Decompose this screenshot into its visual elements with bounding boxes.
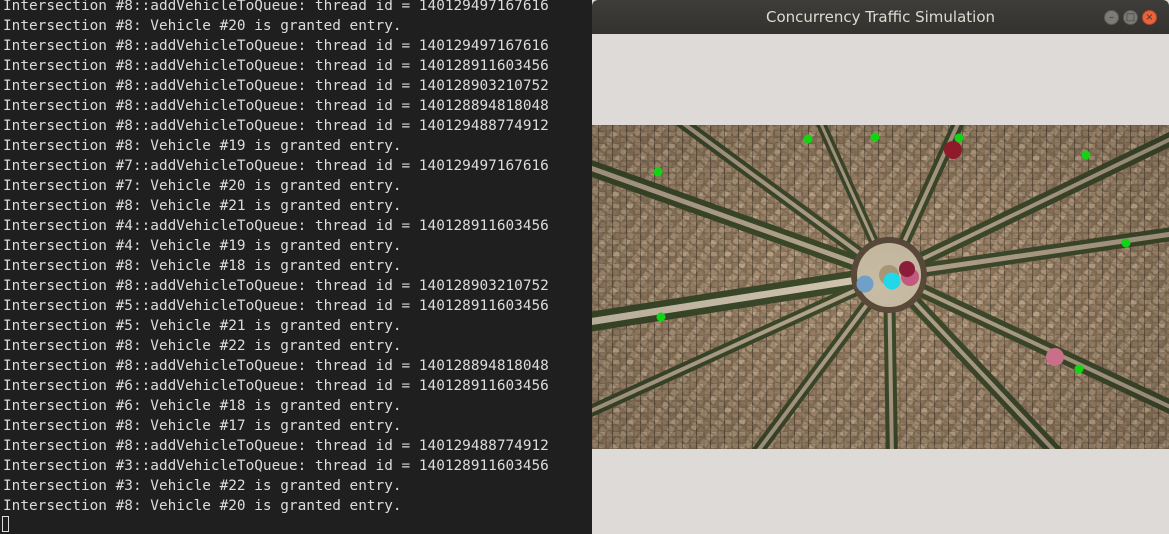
traffic-light [1121,238,1131,248]
terminal-line: Intersection #4: Vehicle #19 is granted … [3,238,402,254]
vehicle [883,272,901,290]
terminal-output: Intersection #8::addVehicleToQueue: thre… [3,0,549,516]
terminal-line: Intersection #8: Vehicle #20 is granted … [3,18,402,34]
terminal-line: Intersection #4::addVehicleToQueue: thre… [3,218,549,234]
terminal-line: Intersection #8::addVehicleToQueue: thre… [3,358,549,374]
terminal-line: Intersection #8: Vehicle #21 is granted … [3,198,402,214]
window-titlebar[interactable]: Concurrency Traffic Simulation – □ × [592,0,1169,34]
traffic-light [1074,364,1084,374]
minimize-button[interactable]: – [1104,10,1119,25]
traffic-light [954,133,964,143]
terminal-line: Intersection #8::addVehicleToQueue: thre… [3,98,549,114]
vehicle [899,261,915,277]
traffic-light [656,312,666,322]
terminal-line: Intersection #7: Vehicle #20 is granted … [3,178,402,194]
terminal-line: Intersection #8::addVehicleToQueue: thre… [3,58,549,74]
terminal-line: Intersection #3: Vehicle #22 is granted … [3,478,402,494]
vehicle [856,275,874,293]
terminal-line: Intersection #8::addVehicleToQueue: thre… [3,118,549,134]
terminal-line: Intersection #5: Vehicle #21 is granted … [3,318,402,334]
terminal-line: Intersection #8: Vehicle #18 is granted … [3,258,402,274]
terminal-window[interactable]: Intersection #8::addVehicleToQueue: thre… [0,0,592,534]
terminal-line: Intersection #8: Vehicle #22 is granted … [3,338,402,354]
close-icon: × [1145,12,1154,23]
city-map-view[interactable] [592,125,1169,449]
terminal-line: Intersection #8::addVehicleToQueue: thre… [3,78,549,94]
maximize-icon: □ [1125,12,1136,23]
terminal-line: Intersection #3::addVehicleToQueue: thre… [3,458,549,474]
terminal-line: Intersection #8::addVehicleToQueue: thre… [3,38,549,54]
traffic-light [653,167,663,177]
terminal-line: Intersection #8::addVehicleToQueue: thre… [3,278,549,294]
traffic-light [803,134,813,144]
vehicle [944,141,962,159]
terminal-line: Intersection #8: Vehicle #17 is granted … [3,418,402,434]
terminal-line: Intersection #7::addVehicleToQueue: thre… [3,158,549,174]
traffic-light [1081,150,1091,160]
terminal-line: Intersection #8::addVehicleToQueue: thre… [3,0,549,14]
terminal-line: Intersection #6: Vehicle #18 is granted … [3,398,402,414]
terminal-cursor [2,516,9,532]
aerial-map [592,125,1169,449]
minimize-icon: – [1109,12,1114,23]
terminal-line: Intersection #8::addVehicleToQueue: thre… [3,438,549,454]
terminal-line: Intersection #8: Vehicle #19 is granted … [3,138,402,154]
maximize-button[interactable]: □ [1123,10,1138,25]
close-button[interactable]: × [1142,10,1157,25]
terminal-line: Intersection #6::addVehicleToQueue: thre… [3,378,549,394]
terminal-line: Intersection #5::addVehicleToQueue: thre… [3,298,549,314]
simulation-window: Concurrency Traffic Simulation – □ × [592,0,1169,534]
terminal-line: Intersection #8: Vehicle #20 is granted … [3,498,402,514]
traffic-light [870,132,880,142]
vehicle [1046,348,1064,366]
window-title: Concurrency Traffic Simulation [765,8,995,26]
